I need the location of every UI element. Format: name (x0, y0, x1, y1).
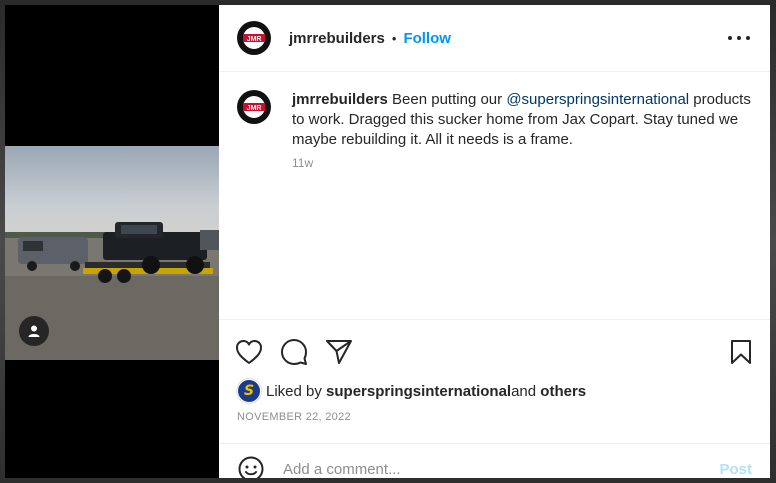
follow-button[interactable]: Follow (403, 30, 451, 47)
post-date[interactable]: NOVEMBER 22, 2022 (237, 411, 351, 423)
likes-summary: S Liked by superspringsinternational and… (237, 379, 586, 403)
avatar-logo-text: JMR (247, 105, 262, 112)
emoji-icon[interactable] (237, 455, 265, 478)
liker-avatar[interactable]: S (237, 379, 261, 403)
avatar-logo-text: JMR (247, 36, 262, 43)
bookmark-icon[interactable] (725, 336, 757, 368)
liked-by-and: and (511, 382, 537, 400)
comment-bubble-icon[interactable] (278, 336, 310, 368)
liked-by-prefix: Liked by (266, 382, 322, 400)
liked-by-others[interactable]: others (540, 383, 586, 400)
action-bar (219, 319, 770, 380)
heart-icon[interactable] (233, 336, 265, 368)
caption-lead-text: Been putting our (392, 91, 507, 108)
post-comment-button[interactable]: Post (719, 461, 752, 478)
user-tag-icon[interactable] (19, 316, 49, 346)
paper-plane-icon[interactable] (323, 336, 355, 368)
comment-input[interactable] (281, 459, 705, 478)
caption-author-username[interactable]: jmrrebuilders (292, 91, 388, 108)
post-media (5, 5, 219, 478)
author-avatar[interactable]: JMR (237, 21, 271, 55)
more-options-icon[interactable] (728, 28, 750, 48)
post-header: JMR jmrrebuilders • Follow (219, 5, 770, 72)
comment-bar: Post (219, 443, 770, 478)
caption-text: jmrrebuilders Been putting our @superspr… (292, 90, 752, 150)
author-username[interactable]: jmrrebuilders (289, 30, 385, 47)
caption-author-avatar[interactable]: JMR (237, 90, 271, 124)
caption-timestamp[interactable]: 11w (292, 156, 313, 170)
liked-by-user[interactable]: superspringsinternational (326, 383, 511, 400)
caption-mention-link[interactable]: @superspringsinternational (506, 91, 689, 108)
post-modal: JMR jmrrebuilders • Follow JMR jmrrebuil… (5, 5, 770, 478)
liker-avatar-letter: S (243, 383, 255, 399)
post-details-panel: JMR jmrrebuilders • Follow JMR jmrrebuil… (219, 5, 770, 478)
separator-dot: • (391, 30, 397, 46)
